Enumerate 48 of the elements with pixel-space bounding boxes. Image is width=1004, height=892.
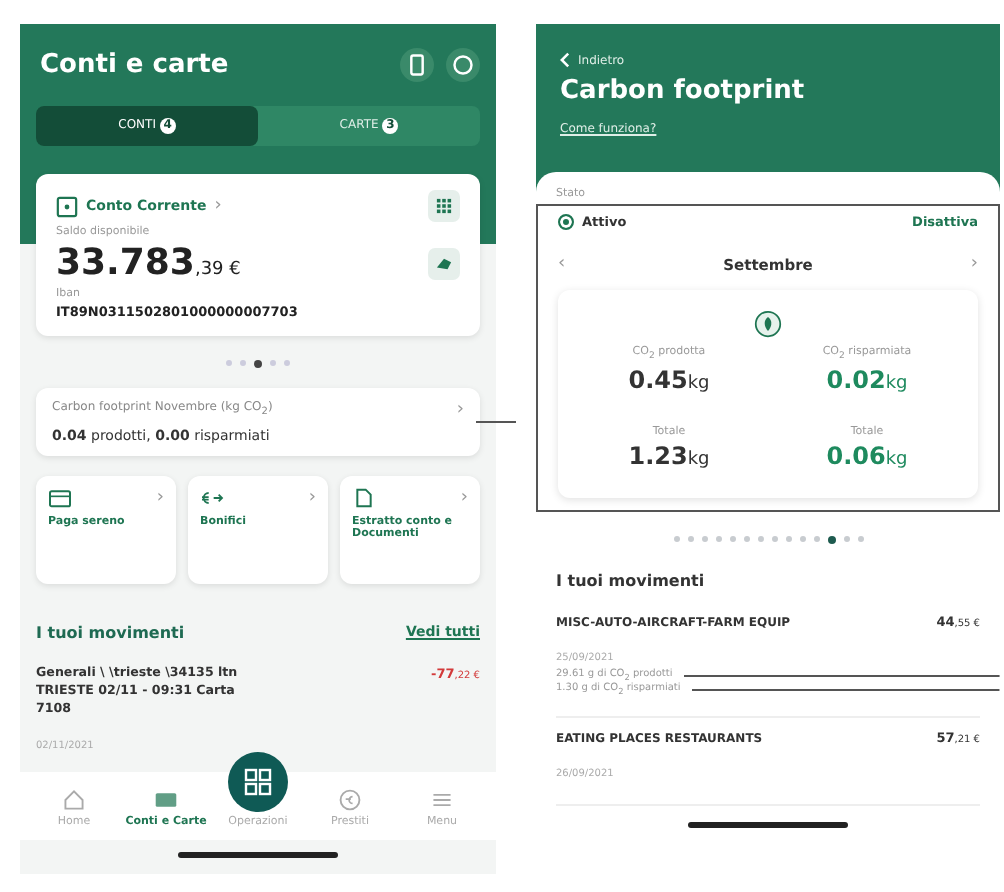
- next-button[interactable]: ›: [970, 254, 978, 274]
- euro-arrow-icon: [200, 488, 224, 508]
- page-dot[interactable]: [857, 536, 863, 543]
- page-dot[interactable]: [270, 360, 276, 366]
- stat-value: 0.06kg: [826, 442, 908, 471]
- chevron: ›: [308, 488, 316, 508]
- euro-coin-icon: [338, 788, 362, 813]
- card-icon: [154, 788, 178, 813]
- page-dot[interactable]: [813, 536, 819, 543]
- chevron: ›: [460, 488, 468, 508]
- page-dot[interactable]: [843, 536, 849, 543]
- stat-value: 0.02kg: [826, 366, 908, 395]
- page-dot[interactable]: [771, 536, 777, 543]
- leaf-icon: [754, 310, 782, 338]
- grid-icon[interactable]: [428, 190, 460, 222]
- page-dot[interactable]: [673, 536, 679, 543]
- document-icon: [352, 488, 376, 508]
- radio-button[interactable]: [558, 214, 574, 230]
- page-dot[interactable]: [743, 536, 749, 543]
- section-title: I tuoi movimenti: [556, 572, 707, 591]
- home-icon: [62, 788, 86, 813]
- page-dot[interactable]: [254, 360, 262, 368]
- page-dot[interactable]: [284, 360, 290, 366]
- screen-title: Conti e carte: [40, 50, 231, 80]
- page-dot[interactable]: [240, 360, 246, 366]
- page-dot[interactable]: [827, 536, 835, 545]
- page-dot[interactable]: [687, 536, 693, 543]
- chevron: ›: [456, 400, 464, 420]
- page-dot[interactable]: [757, 536, 763, 543]
- stat-value: 0.45kg: [628, 366, 710, 395]
- page-dot[interactable]: [715, 536, 721, 543]
- page-dot[interactable]: [729, 536, 735, 543]
- previous-button[interactable]: ‹: [558, 254, 566, 274]
- chevron: ›: [156, 488, 164, 508]
- leader-line: [476, 420, 516, 424]
- stat-value: 1.23kg: [628, 442, 710, 471]
- help-icon[interactable]: [446, 48, 480, 82]
- page-dot[interactable]: [799, 536, 805, 543]
- page-dot[interactable]: [785, 536, 791, 543]
- chevron: ›: [214, 196, 222, 216]
- page-dot[interactable]: [701, 536, 707, 543]
- page-dot[interactable]: [226, 360, 232, 366]
- section-title: I tuoi movimenti: [36, 624, 185, 642]
- phone-icon[interactable]: [400, 48, 434, 82]
- balance-amount: 33.783,39 €: [56, 242, 241, 284]
- back-icon[interactable]: [560, 52, 570, 68]
- account-icon: [56, 195, 78, 217]
- screen-title: Carbon footprint: [560, 76, 807, 106]
